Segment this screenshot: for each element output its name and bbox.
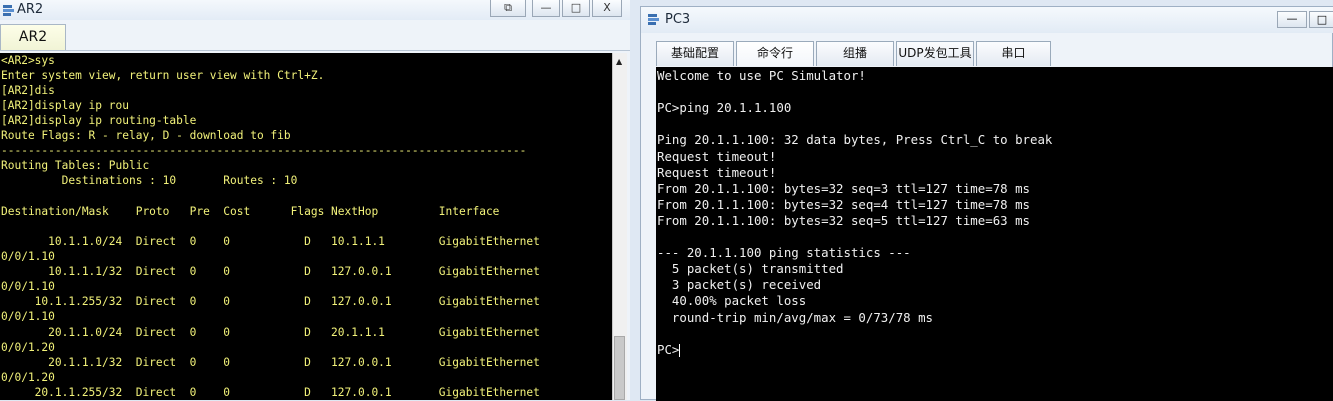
pc3-window: PC3 — □ 基础配置 命令行 组播 UDP发包工具 串口 Welcome t…	[640, 6, 1333, 401]
ar2-terminal-line: Routing Tables: Public	[1, 159, 150, 172]
tab-serial-port[interactable]: 串口	[976, 41, 1051, 66]
ar2-terminal-line: <AR2>sys	[1, 54, 55, 67]
minimize-button[interactable]: —	[1277, 11, 1307, 28]
pc3-terminal-line: 40.00% packet loss	[657, 293, 807, 309]
pc3-terminal-line: Request timeout!	[657, 148, 777, 164]
close-button[interactable]: X	[592, 0, 622, 17]
tab-udp-tool[interactable]: UDP发包工具	[896, 41, 974, 66]
router-app-icon	[3, 5, 14, 16]
ar2-terminal-line: 0/0/1.20	[1, 371, 55, 384]
pc3-terminal-line: Ping 20.1.1.100: 32 data bytes, Press Ct…	[657, 132, 1053, 148]
pc3-terminal-line: PC>	[657, 341, 681, 357]
ar2-terminal-line: [AR2]dis	[1, 84, 55, 97]
ar2-terminal-line: 0/0/1.10	[1, 310, 55, 323]
ar2-terminal-line: 0/0/1.10	[1, 280, 55, 293]
ar2-terminal-line: 0/0/1.10	[1, 250, 55, 263]
ar2-terminal-line: Destination/Mask Proto Pre Cost Flags Ne…	[1, 205, 500, 218]
pc3-terminal-line: From 20.1.1.100: bytes=32 seq=4 ttl=127 …	[657, 196, 1030, 212]
ar2-window-title: AR2	[17, 2, 44, 17]
ar2-terminal-line: [AR2]display ip rou	[1, 99, 129, 112]
ar2-terminal-line: Enter system view, return user view with…	[1, 69, 325, 82]
ar2-terminal-line: 10.1.1.0/24 Direct 0 0 D 10.1.1.1 Gigabi…	[1, 235, 540, 248]
ar2-terminal[interactable]: <AR2>sys Enter system view, return user v…	[0, 53, 612, 400]
ar2-terminal-line: Destinations : 10 Routes : 10	[1, 174, 298, 187]
ar2-window: AR2 ⧉ — □ X AR2 <AR2>sys Enter system vie…	[0, 0, 630, 400]
pc3-terminal-line: Welcome to use PC Simulator!	[657, 68, 866, 83]
ar2-terminal-line: ----------------------------------------…	[1, 144, 527, 157]
maximize-button[interactable]: □	[562, 0, 590, 17]
pc3-terminal-line: Request timeout!	[657, 164, 777, 180]
pc3-terminal-line: --- 20.1.1.100 ping statistics ---	[657, 245, 911, 261]
pc3-terminal-line: From 20.1.1.100: bytes=32 seq=3 ttl=127 …	[657, 180, 1030, 196]
ar2-terminal-line: 10.1.1.1/32 Direct 0 0 D 127.0.0.1 Gigab…	[1, 265, 540, 278]
pc3-titlebar[interactable]: PC3 — □	[641, 7, 1333, 33]
scroll-up-arrow-icon[interactable]: ▲	[616, 57, 622, 66]
tab-basic-config[interactable]: 基础配置	[656, 41, 734, 66]
pc3-terminal-line: From 20.1.1.100: bytes=32 seq=5 ttl=127 …	[657, 212, 1030, 228]
pc-app-icon	[648, 14, 659, 25]
restore-button[interactable]: ⧉	[490, 0, 526, 17]
ar2-terminal-line: 20.1.1.1/32 Direct 0 0 D 127.0.0.1 Gigab…	[1, 356, 540, 369]
tab-multicast[interactable]: 组播	[816, 41, 894, 66]
ar2-terminal-line: 20.1.1.255/32 Direct 0 0 D 127.0.0.1 Gig…	[1, 386, 540, 399]
ar2-terminal-line: [AR2]display ip routing-table	[1, 114, 197, 127]
ar2-terminal-line: 0/0/1.20	[1, 341, 55, 354]
tab-ar2[interactable]: AR2	[0, 24, 66, 50]
text-cursor	[679, 343, 681, 357]
scrollbar-thumb[interactable]	[614, 336, 625, 400]
ar2-terminal-line: Route Flags: R - relay, D - download to …	[1, 129, 291, 142]
pc3-terminal-line: 5 packet(s) transmitted	[657, 261, 844, 277]
maximize-button[interactable]: □	[1309, 11, 1333, 28]
tab-command-line[interactable]: 命令行	[736, 41, 814, 66]
ar2-tabstrip	[0, 20, 630, 51]
pc3-terminal-line: PC>ping 20.1.1.100	[657, 100, 792, 116]
pc3-terminal-line: 3 packet(s) received	[657, 277, 822, 293]
ar2-scrollbar[interactable]: ▲	[612, 53, 627, 400]
ar2-titlebar[interactable]: AR2 ⧉ — □ X	[0, 0, 630, 20]
pc3-terminal[interactable]: Welcome to use PC Simulator! PC>ping 20.1…	[656, 67, 1333, 401]
pc3-terminal-line: round-trip min/avg/max = 0/73/78 ms	[657, 309, 934, 325]
pc3-window-title: PC3	[665, 12, 691, 27]
ar2-terminal-line: 10.1.1.255/32 Direct 0 0 D 127.0.0.1 Gig…	[1, 295, 540, 308]
minimize-button[interactable]: —	[532, 0, 560, 17]
ar2-terminal-line: 20.1.1.0/24 Direct 0 0 D 20.1.1.1 Gigabi…	[1, 326, 540, 339]
